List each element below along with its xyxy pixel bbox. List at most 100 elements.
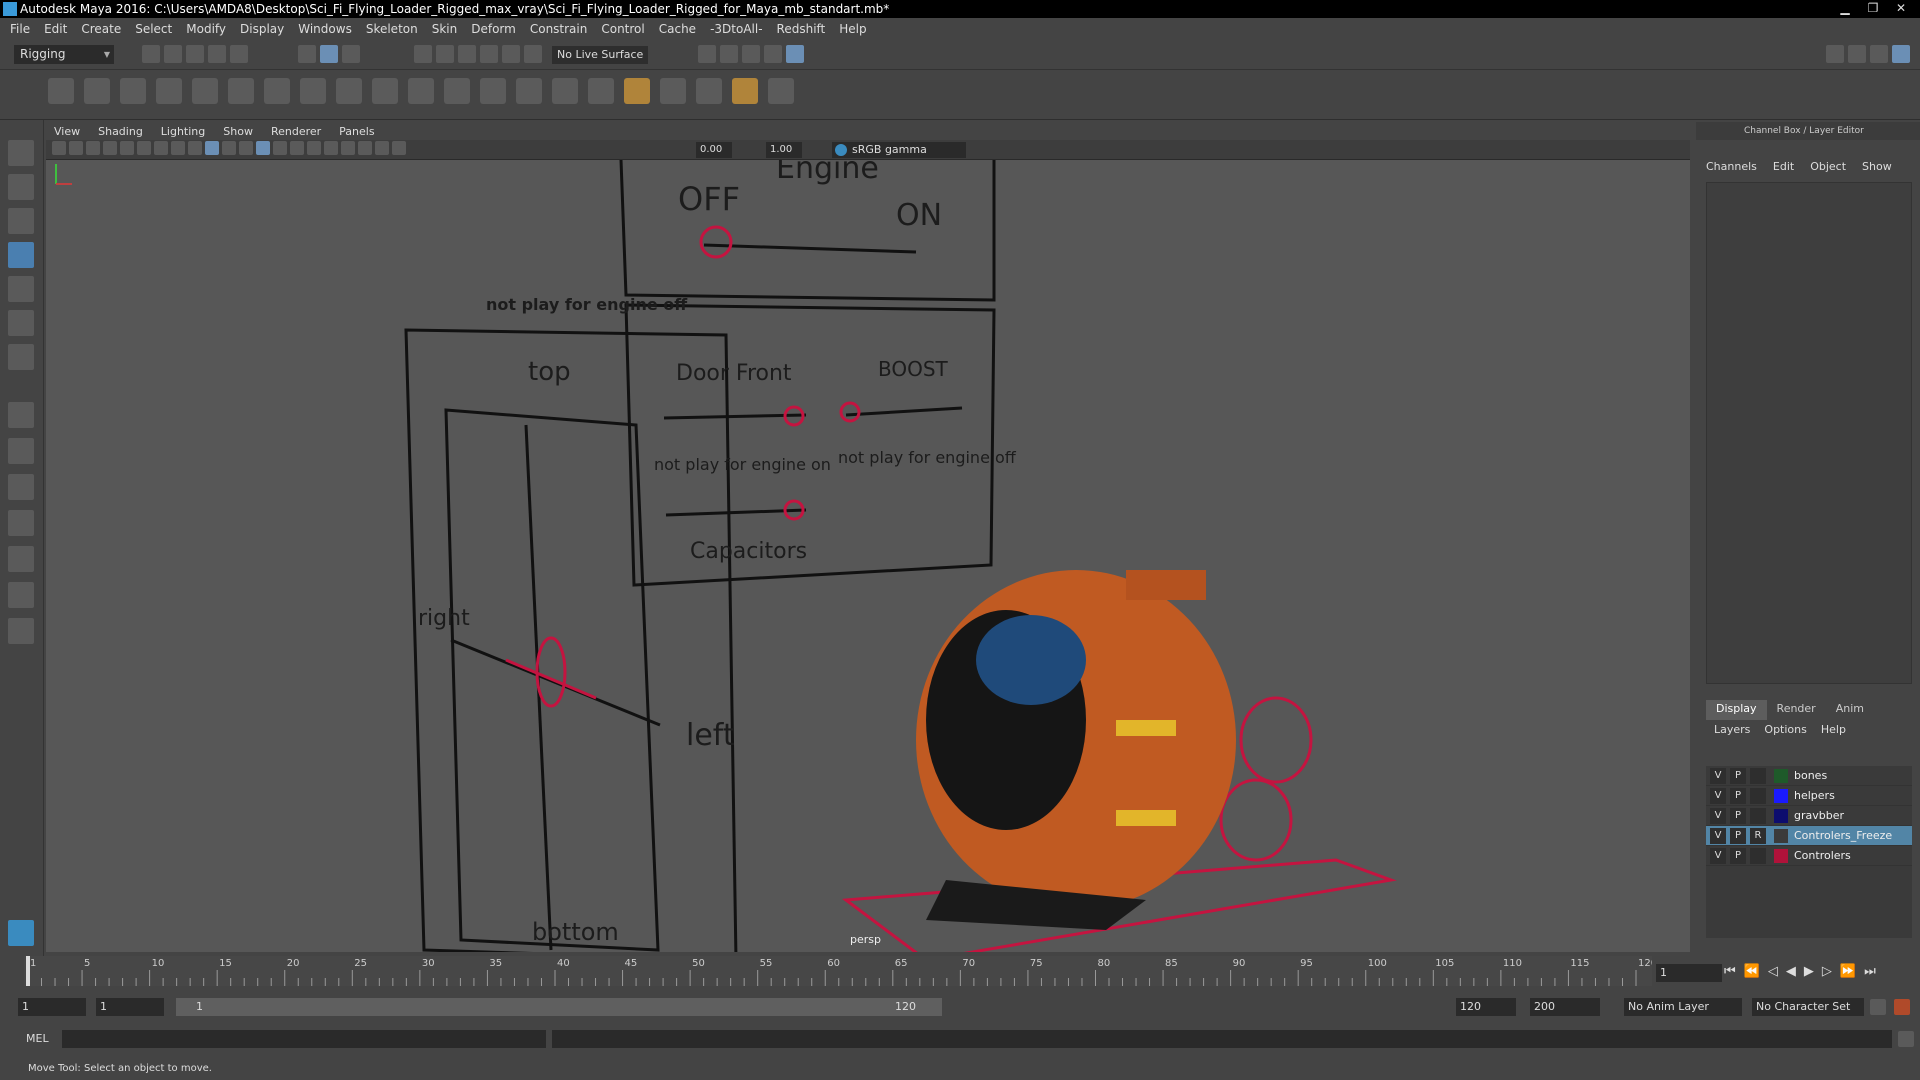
select-object-icon[interactable]	[320, 45, 338, 63]
go-to-start-icon[interactable]: ⏮	[1724, 964, 1736, 979]
hypershade-icon[interactable]	[764, 45, 782, 63]
play-backwards-icon[interactable]: ◀	[1786, 964, 1796, 979]
joint-tool-icon[interactable]	[48, 78, 74, 104]
ipr-render-icon[interactable]	[720, 45, 738, 63]
perspective-viewport[interactable]: Engine OFF ON not play for engine off to…	[46, 160, 1690, 952]
playback-end-field[interactable]: 120	[1456, 998, 1516, 1016]
snap-live-icon[interactable]	[502, 45, 520, 63]
close-button[interactable]: ✕	[1888, 0, 1914, 16]
blend-shape-icon[interactable]	[336, 78, 362, 104]
tab-anim[interactable]: Anim	[1826, 700, 1874, 720]
exposure-field[interactable]: 0.00	[696, 142, 732, 158]
layer-color-swatch[interactable]	[1774, 768, 1788, 783]
layer-visibility-toggle[interactable]: V	[1710, 827, 1726, 844]
menu-file[interactable]: File	[10, 22, 30, 36]
panel-menu-lighting[interactable]: Lighting	[161, 125, 205, 138]
play-forwards-icon[interactable]: ▶	[1804, 964, 1814, 979]
layer-row[interactable]: V P helpers	[1706, 786, 1912, 806]
scale-constraint-icon[interactable]	[480, 78, 506, 104]
mirror-weights-icon[interactable]	[768, 78, 794, 104]
panel-menu-panels[interactable]: Panels	[339, 125, 374, 138]
channel-box-toggle-icon[interactable]	[1870, 45, 1888, 63]
menu-constrain[interactable]: Constrain	[530, 22, 588, 36]
step-forward-frame-icon[interactable]: ▷	[1822, 964, 1832, 979]
range-slider[interactable]: 1 120	[176, 998, 942, 1016]
script-language-toggle[interactable]: MEL	[8, 1030, 52, 1048]
cb-menu-object[interactable]: Object	[1810, 160, 1846, 173]
point-constraint-icon[interactable]	[408, 78, 434, 104]
camera-attributes-icon[interactable]	[69, 141, 83, 155]
xray-joints-icon[interactable]	[358, 141, 372, 155]
go-to-end-icon[interactable]: ⏭	[1864, 964, 1876, 979]
current-time-marker[interactable]	[26, 956, 30, 986]
auto-key-icon[interactable]	[1870, 999, 1886, 1015]
open-scene-icon[interactable]	[164, 45, 182, 63]
orient-constraint-icon[interactable]	[444, 78, 470, 104]
attribute-editor-icon[interactable]	[1826, 45, 1844, 63]
layer-playback-toggle[interactable]: P	[1730, 787, 1746, 804]
locator-icon[interactable]	[588, 78, 614, 104]
single-view-layout-icon[interactable]	[8, 402, 34, 428]
layer-display-type-toggle[interactable]	[1750, 847, 1766, 864]
grid-toggle-icon[interactable]	[120, 141, 134, 155]
lasso-tool-icon[interactable]	[8, 174, 34, 200]
safe-action-icon[interactable]	[171, 141, 185, 155]
select-component-icon[interactable]	[342, 45, 360, 63]
menu-modify[interactable]: Modify	[186, 22, 226, 36]
snap-view-plane-icon[interactable]	[480, 45, 498, 63]
step-forward-key-icon[interactable]: ⏩	[1840, 964, 1856, 979]
parent-constraint-icon[interactable]	[372, 78, 398, 104]
snap-surface-icon[interactable]	[524, 45, 542, 63]
lattice-icon[interactable]	[228, 78, 254, 104]
ambient-occlusion-icon[interactable]	[290, 141, 304, 155]
live-surface-field[interactable]: No Live Surface	[552, 46, 648, 64]
select-tool-icon[interactable]	[8, 140, 34, 166]
layer-display-type-toggle[interactable]	[1750, 787, 1766, 804]
xray-icon[interactable]	[256, 141, 270, 155]
graph-layout-icon[interactable]	[8, 546, 34, 572]
tab-display[interactable]: Display	[1706, 700, 1767, 720]
rotate-tool-icon[interactable]	[8, 276, 34, 302]
layer-row[interactable]: V P bones	[1706, 766, 1912, 786]
layer-row[interactable]: V P gravbber	[1706, 806, 1912, 826]
time-slider[interactable]: 1 5 10 15 20 25 30 35 40 45 50 55 60 65 70 75 80 85 90 95 10…	[24, 956, 1652, 986]
color-space-dropdown[interactable]: sRGB gamma	[832, 142, 966, 158]
step-back-key-icon[interactable]: ⏪	[1744, 964, 1760, 979]
layer-visibility-toggle[interactable]: V	[1710, 767, 1726, 784]
snap-curve-icon[interactable]	[436, 45, 454, 63]
menu-windows[interactable]: Windows	[298, 22, 352, 36]
menu-display[interactable]: Display	[240, 22, 284, 36]
panel-menu-view[interactable]: View	[54, 125, 80, 138]
step-back-frame-icon[interactable]: ◁	[1768, 964, 1778, 979]
move-tool-icon[interactable]	[8, 242, 34, 268]
scene-start-field[interactable]: 1	[18, 998, 86, 1016]
cb-menu-channels[interactable]: Channels	[1706, 160, 1757, 173]
maximize-button[interactable]: ❐	[1860, 0, 1886, 16]
layer-color-swatch[interactable]	[1774, 848, 1788, 863]
layer-display-type-toggle[interactable]: R	[1750, 827, 1766, 844]
le-menu-layers[interactable]: Layers	[1714, 723, 1750, 736]
layer-playback-toggle[interactable]: P	[1730, 847, 1746, 864]
scene-end-field[interactable]: 200	[1530, 998, 1600, 1016]
animation-preferences-icon[interactable]	[1894, 999, 1910, 1015]
menu-redshift[interactable]: Redshift	[777, 22, 826, 36]
menu-control[interactable]: Control	[601, 22, 644, 36]
layer-color-swatch[interactable]	[1774, 808, 1788, 823]
depth-of-field-icon[interactable]	[324, 141, 338, 155]
set-driven-key-icon[interactable]	[660, 78, 686, 104]
layer-visibility-toggle[interactable]: V	[1710, 807, 1726, 824]
textured-icon[interactable]	[222, 141, 236, 155]
layer-color-swatch[interactable]	[1774, 828, 1788, 843]
graph-editor-icon[interactable]	[696, 78, 722, 104]
anim-layer-dropdown[interactable]: No Anim Layer	[1624, 998, 1742, 1016]
outliner-layout-icon[interactable]	[8, 510, 34, 536]
smooth-shade-icon[interactable]	[205, 141, 219, 155]
cb-menu-show[interactable]: Show	[1862, 160, 1892, 173]
menu-select[interactable]: Select	[135, 22, 172, 36]
command-input[interactable]	[62, 1030, 546, 1048]
menu-help[interactable]: Help	[839, 22, 866, 36]
tab-render[interactable]: Render	[1767, 700, 1826, 720]
key-icon[interactable]	[624, 78, 650, 104]
resolution-gate-icon[interactable]	[154, 141, 168, 155]
wire-icon[interactable]	[300, 78, 326, 104]
